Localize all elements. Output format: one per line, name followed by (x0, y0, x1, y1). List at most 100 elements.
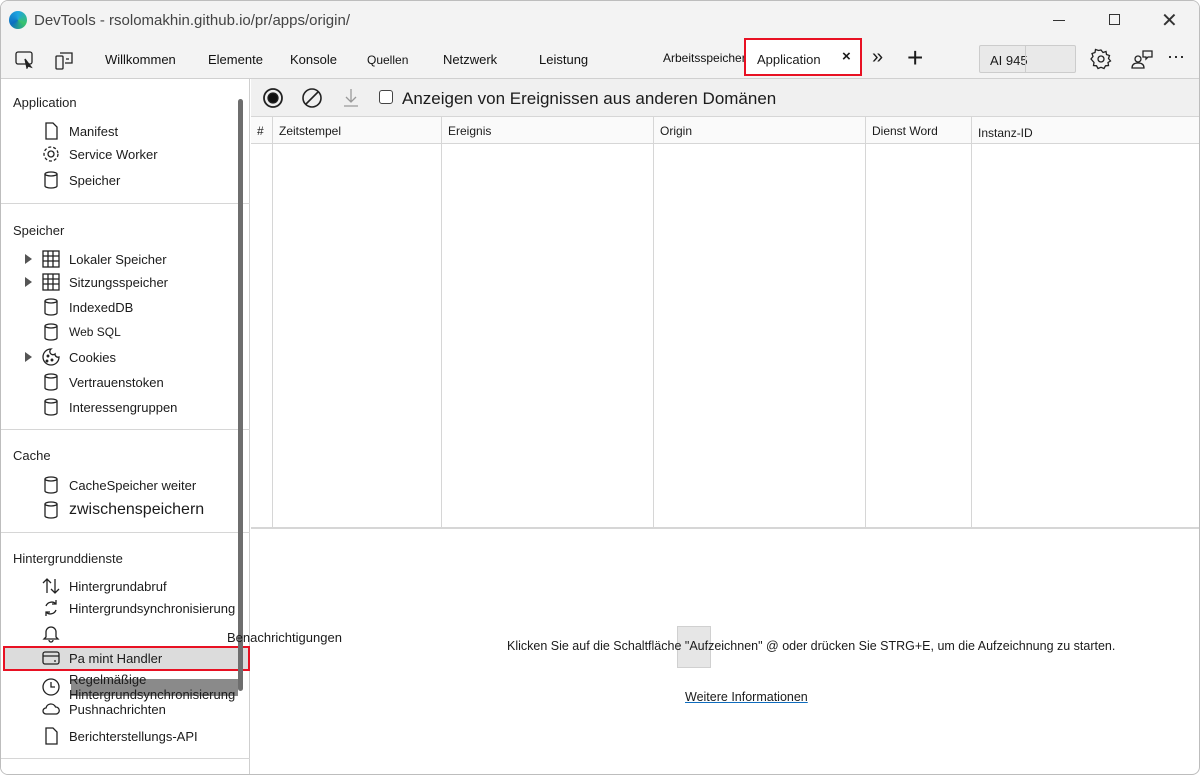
bell-icon (42, 626, 60, 643)
tab-konsole[interactable]: Konsole (290, 52, 337, 67)
clock-icon (42, 678, 60, 696)
label: Pa mint Handler (69, 650, 163, 666)
sidebar-item-berichterstellungs-api[interactable]: Berichterstellungs-API (41, 725, 198, 747)
table-column (442, 144, 654, 528)
database-icon (44, 398, 58, 416)
section-hintergrunddienste: Hintergrunddienste (13, 551, 123, 566)
column-header-dienst-word[interactable]: Dienst Word (866, 117, 972, 144)
label: Cookies (69, 349, 116, 365)
sidebar-item-lokaler-speicher[interactable]: Lokaler Speicher (41, 248, 167, 270)
section-application: Application (13, 95, 77, 110)
tab-arbeitsspeicher[interactable]: Arbeitsspeicher (663, 51, 746, 65)
tab-elemente[interactable]: Elemente (208, 52, 263, 67)
label: Interessengruppen (69, 399, 178, 415)
label: CacheSpeicher weiter (69, 477, 197, 493)
label: Speicher (69, 172, 121, 188)
column-header-index[interactable]: # (251, 117, 273, 144)
label: Manifest (69, 123, 119, 139)
label: Service Worker (69, 146, 158, 162)
column-header-instanz-id[interactable]: Instanz-ID (972, 117, 1199, 144)
sidebar-item-cachespeicher[interactable]: CacheSpeicher weiter (41, 474, 196, 496)
label: Sitzungsspeicher (69, 274, 168, 290)
expand-arrow-icon[interactable] (25, 254, 32, 264)
clear-icon[interactable] (301, 87, 323, 109)
section-speicher: Speicher (13, 223, 65, 238)
sidebar-item-service-worker[interactable]: Service Worker (41, 143, 158, 165)
devtools-tabbar: Willkommen Elemente Konsole Quellen Netz… (1, 38, 1199, 79)
sidebar-item-cookies[interactable]: Cookies (41, 346, 116, 368)
up-down-arrows-icon (42, 578, 60, 594)
file-icon (45, 727, 58, 745)
device-emulation-icon[interactable] (54, 49, 76, 71)
label: Hintergrundabruf (69, 578, 167, 594)
tab-leistung[interactable]: Leistung (539, 52, 588, 67)
sidebar-item-benachrichtigungen[interactable] (41, 622, 61, 644)
record-icon[interactable] (262, 87, 284, 109)
column-header-zeitstempel[interactable]: Zeitstempel (273, 117, 442, 144)
background-services-panel: Anzeigen von Ereignissen aus anderen Dom… (251, 79, 1199, 774)
grid-icon (42, 250, 60, 268)
window-title: DevTools - rsolomakhin.github.io/pr/apps… (34, 12, 350, 29)
column-header-origin[interactable]: Origin (654, 117, 866, 144)
gear-icon (43, 146, 59, 162)
table-column (251, 144, 273, 528)
benachrichtigungen-label: Benachrichtigungen (227, 630, 342, 645)
learn-more-link[interactable]: Weitere Informationen (685, 690, 808, 704)
close-window-button[interactable]: ✕ (1161, 8, 1178, 33)
table-bottom-border (251, 527, 1199, 529)
minimize-button[interactable] (1053, 20, 1065, 21)
sidebar-item-indexeddb[interactable]: IndexedDB (41, 296, 133, 318)
sidebar-item-sitzungsspeicher[interactable]: Sitzungsspeicher (41, 271, 168, 293)
close-tab-icon[interactable]: × (842, 48, 851, 65)
sidebar-item-regelmaessige-sync[interactable]: Regelmäßige Hintergrundsynchronisierung (41, 672, 249, 702)
label: Berichterstellungs-API (69, 728, 198, 744)
other-domains-checkbox[interactable] (379, 90, 393, 104)
label: Web SQL (69, 325, 121, 339)
label: zwischenspeichern (69, 501, 205, 518)
edge-logo (9, 11, 27, 29)
settings-gear-icon[interactable] (1090, 48, 1112, 70)
cookie-icon (42, 348, 60, 366)
empty-state-message: Klicken Sie auf die Schaltfläche "Aufzei… (507, 639, 1116, 653)
sidebar-item-pushnachrichten[interactable]: Pushnachrichten (41, 698, 166, 720)
divider (1, 429, 250, 430)
table-column (866, 144, 972, 528)
sidebar-item-vertrauenstoken[interactable]: Vertrauenstoken (41, 371, 164, 393)
table-column (654, 144, 866, 528)
more-options-icon[interactable]: ⋯ (1167, 47, 1186, 68)
sidebar-item-interessengruppen[interactable]: Interessengruppen (41, 396, 177, 418)
tab-willkommen[interactable]: Willkommen (105, 52, 176, 67)
database-icon (44, 298, 58, 316)
more-tabs-icon[interactable]: » (872, 46, 883, 69)
other-domains-label: Anzeigen von Ereignissen aus anderen Dom… (402, 89, 777, 108)
sidebar-item-zwischenspeichern[interactable]: zwischenspeichern (41, 499, 204, 521)
divider (1, 203, 250, 204)
database-icon (44, 476, 58, 494)
tab-quellen[interactable]: Quellen (367, 53, 408, 67)
download-icon[interactable] (341, 86, 361, 108)
maximize-button[interactable] (1109, 14, 1120, 25)
sidebar-item-web-sql[interactable]: Web SQL (41, 321, 121, 343)
sidebar-item-hintergrundabruf[interactable]: Hintergrundabruf (41, 575, 167, 597)
inspect-icon[interactable] (15, 51, 35, 69)
payment-handler-row[interactable]: Pa mint Handler (41, 647, 162, 669)
new-tab-icon[interactable]: + (907, 42, 923, 74)
sidebar-scrollbar[interactable] (238, 99, 243, 691)
expand-arrow-icon[interactable] (25, 352, 32, 362)
sidebar-item-manifest[interactable]: Manifest (41, 120, 118, 142)
sidebar-item-speicher[interactable]: Speicher (41, 169, 120, 191)
tab-netzwerk[interactable]: Netzwerk (443, 52, 497, 67)
devtools-window: DevTools - rsolomakhin.github.io/pr/apps… (0, 0, 1200, 775)
column-header-ereignis[interactable]: Ereignis (442, 117, 654, 144)
sidebar-item-hintergrundsynchronisierung[interactable]: Hintergrundsynchronisierung (41, 597, 235, 619)
tab-application[interactable]: Application × (744, 38, 862, 76)
database-icon (44, 373, 58, 391)
expand-arrow-icon[interactable] (25, 277, 32, 287)
feedback-icon[interactable] (1130, 48, 1154, 70)
sidebar: Application Manifest Service Worker Spei… (1, 79, 342, 774)
section-cache: Cache (13, 448, 51, 463)
issues-divider (1025, 46, 1026, 72)
issues-button[interactable]: AI 945 (979, 45, 1076, 73)
database-icon (44, 323, 58, 341)
credit-card-icon (42, 651, 60, 665)
